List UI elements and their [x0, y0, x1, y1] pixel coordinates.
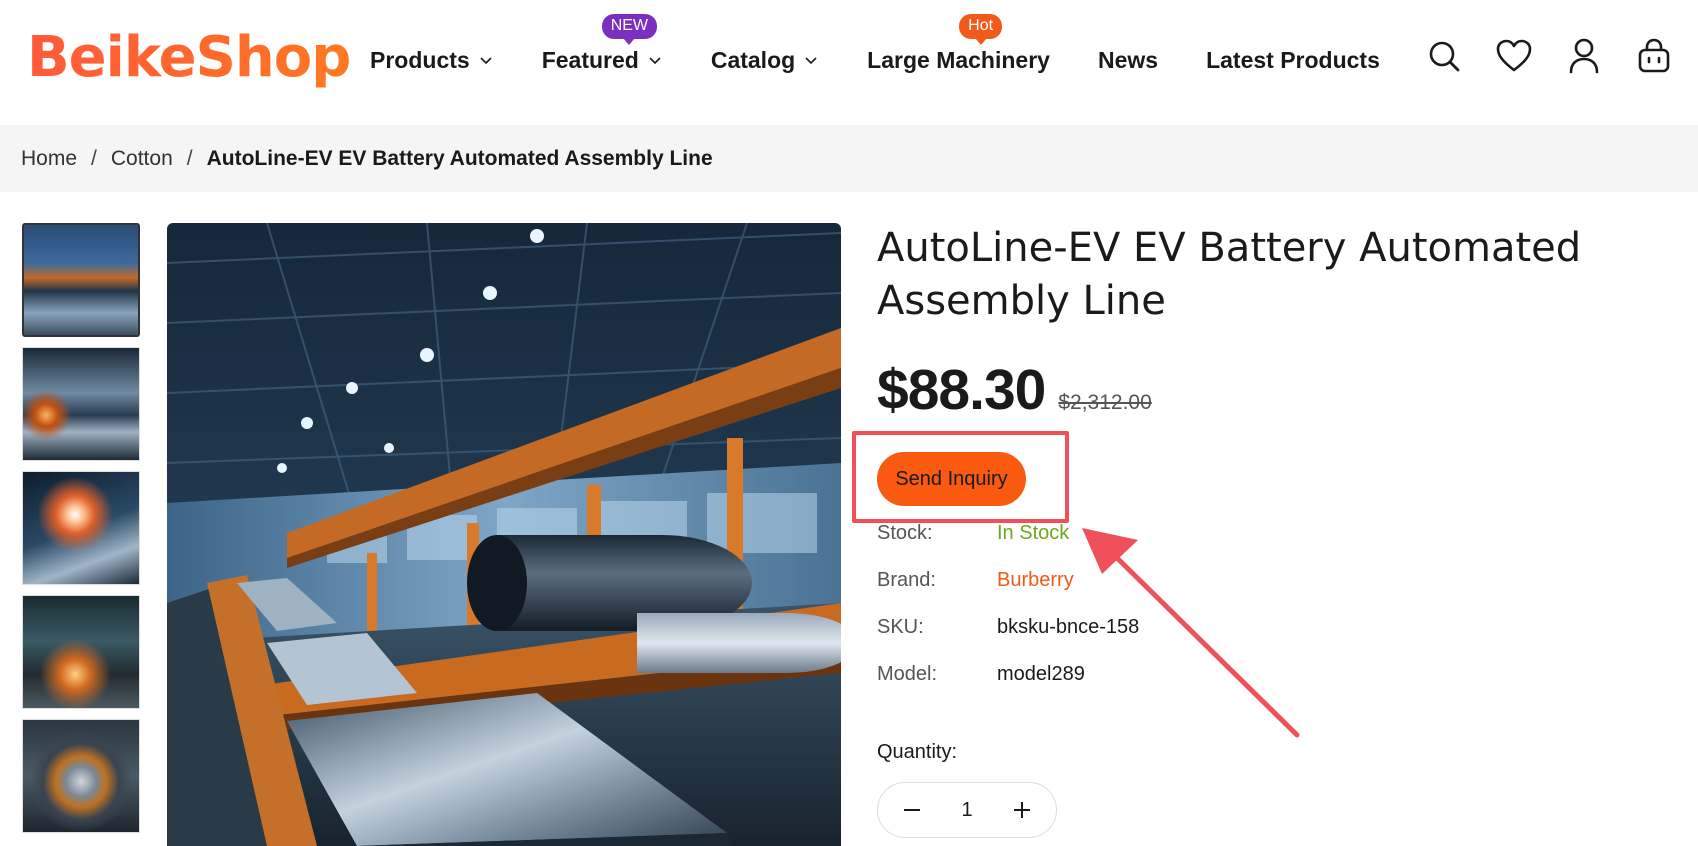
attribute-row-brand: Brand: Burberry: [877, 569, 1139, 616]
search-icon[interactable]: [1424, 36, 1464, 76]
nav-item-label: Catalog: [710, 46, 796, 73]
product-title: AutoLine-EV EV Battery Automated Assembl…: [877, 225, 1582, 324]
cart-icon[interactable]: [1634, 36, 1674, 76]
sku-value: bksku-bnce-158: [997, 616, 1140, 638]
brand-link[interactable]: Burberry: [997, 569, 1074, 592]
breadcrumb-category[interactable]: Cotton: [111, 147, 173, 171]
thumbnail-4[interactable]: [22, 595, 140, 709]
attribute-row-model: Model: model289: [877, 663, 1139, 710]
product-price: $88.30: [877, 358, 1046, 422]
hot-badge: Hot: [959, 13, 1003, 45]
minus-icon: [904, 809, 920, 811]
attribute-row-sku: SKU: bksku-bnce-158: [877, 616, 1139, 663]
original-price: $2,312.00: [1058, 391, 1152, 414]
nav-item-news[interactable]: News: [1098, 47, 1158, 74]
main-product-image[interactable]: [167, 223, 841, 846]
nav-item-label: News: [1097, 46, 1159, 73]
stock-status: In Stock: [997, 522, 1070, 544]
chevron-down-icon: [805, 57, 817, 65]
increase-quantity-button[interactable]: [1006, 794, 1038, 826]
thumbnail-image: [23, 472, 139, 584]
chevron-down-icon: [649, 57, 661, 65]
new-badge: NEW: [601, 13, 658, 45]
decrease-quantity-button[interactable]: [896, 794, 928, 826]
breadcrumb-separator: /: [91, 146, 97, 170]
factory-image: [167, 223, 841, 846]
nav-item-catalog[interactable]: Catalog: [711, 47, 819, 74]
thumbnail-image: [23, 348, 139, 460]
header-icons: [1424, 36, 1698, 76]
user-icon[interactable]: [1564, 36, 1604, 76]
thumbnail-list: [22, 223, 142, 843]
thumbnail-image: [23, 596, 139, 708]
breadcrumb: Home / Cotton / AutoLine-EV EV Battery A…: [0, 125, 1698, 192]
thumbnail-3[interactable]: [22, 471, 140, 585]
heart-icon[interactable]: [1494, 36, 1534, 76]
quantity-input[interactable]: [937, 797, 997, 823]
breadcrumb-home[interactable]: Home: [21, 147, 77, 171]
attribute-label: SKU:: [877, 616, 924, 638]
nav-item-products[interactable]: Products: [370, 47, 494, 74]
product-attributes: Stock: In Stock Brand: Burberry SKU: bks…: [877, 522, 1139, 710]
nav-item-label: Featured: [541, 46, 639, 73]
attribute-label: Stock:: [877, 522, 933, 544]
chevron-down-icon: [480, 57, 492, 65]
breadcrumb-current: AutoLine-EV EV Battery Automated Assembl…: [206, 146, 713, 170]
site-header: BeikeShop Products NEW Featured Catalog …: [0, 0, 1698, 125]
thumbnail-1[interactable]: [22, 223, 140, 337]
nav-item-label: Large Machinery: [867, 46, 1050, 73]
thumbnail-image: [23, 720, 139, 832]
nav-item-label: Latest Products: [1206, 46, 1380, 73]
thumbnail-image: [24, 225, 138, 335]
plus-icon: [1014, 802, 1030, 818]
thumbnail-2[interactable]: [22, 347, 140, 461]
nav-item-large-machinery[interactable]: Hot Large Machinery: [867, 13, 1050, 74]
main-nav: Products NEW Featured Catalog Hot Large …: [370, 13, 1428, 80]
attribute-label: Brand:: [877, 569, 936, 591]
thumbnail-5[interactable]: [22, 719, 140, 833]
attribute-label: Model:: [877, 663, 938, 685]
price-row: $88.30 $2,312.00: [877, 357, 1152, 423]
site-logo[interactable]: BeikeShop: [27, 22, 351, 94]
nav-item-featured[interactable]: NEW Featured: [541, 13, 663, 74]
send-inquiry-button[interactable]: Send Inquiry: [877, 452, 1026, 506]
model-value: model289: [997, 663, 1085, 685]
quantity-label: Quantity:: [877, 741, 958, 763]
breadcrumb-separator: /: [186, 146, 193, 170]
attribute-row-stock: Stock: In Stock: [877, 522, 1139, 569]
nav-item-latest-products[interactable]: Latest Products: [1206, 47, 1380, 74]
nav-item-label: Products: [370, 46, 470, 73]
quantity-stepper: [877, 782, 1057, 838]
